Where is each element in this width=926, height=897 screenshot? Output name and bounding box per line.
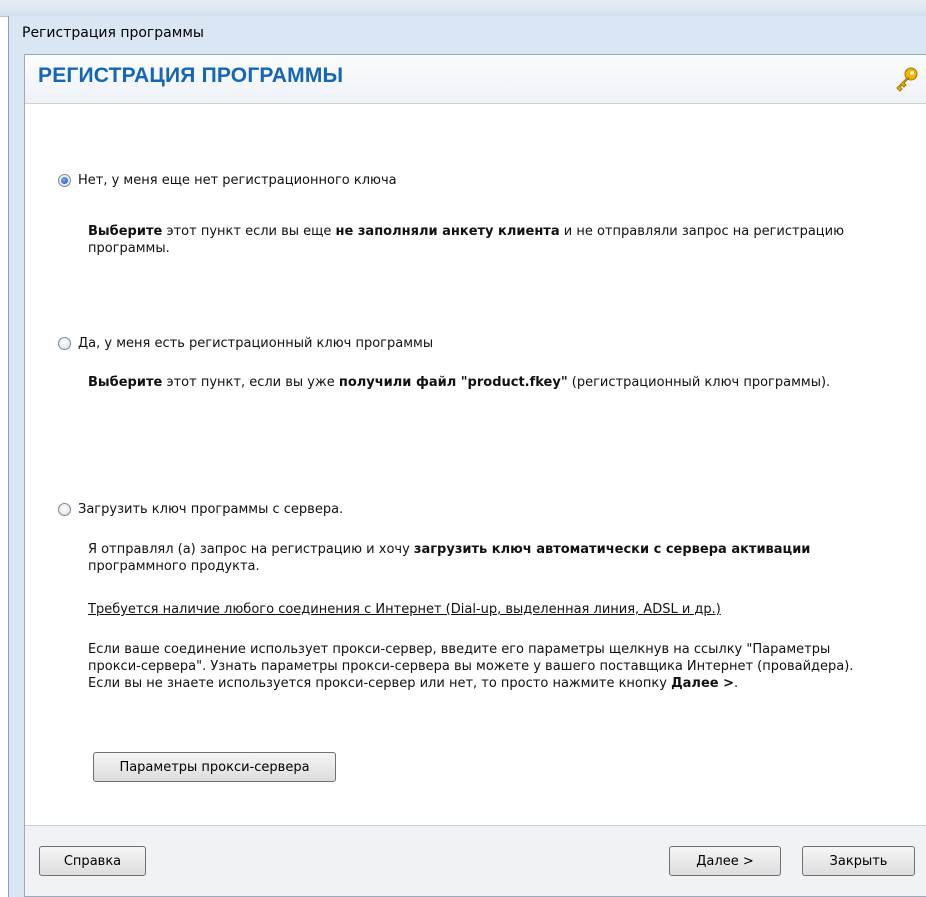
internet-requirement-note: Требуется наличие любого соединения с Ин… bbox=[88, 602, 721, 617]
proxy-settings-button[interactable]: Параметры прокси-сервера bbox=[93, 752, 336, 782]
title-bar[interactable]: Регистрация программы bbox=[9, 16, 926, 54]
radio-have-key[interactable] bbox=[58, 337, 71, 350]
registration-dialog: Регистрация программы РЕГИСТРАЦИЯ ПРОГРА… bbox=[8, 16, 926, 897]
dialog-footer: Справка Далее > Закрыть bbox=[25, 825, 926, 896]
window-title: Регистрация программы bbox=[22, 25, 204, 41]
main-panel: РЕГИСТРАЦИЯ ПРОГРАММЫ Нет, у меня еще не… bbox=[24, 54, 926, 897]
option-have-key-description: Выберите этот пункт, если вы уже получил… bbox=[88, 375, 831, 390]
option-no-key-label: Нет, у меня еще нет регистрационного клю… bbox=[78, 173, 397, 188]
radio-no-key[interactable] bbox=[58, 174, 71, 187]
option-have-key[interactable]: Да, у меня есть регистрационный ключ про… bbox=[58, 336, 433, 351]
option-have-key-label: Да, у меня есть регистрационный ключ про… bbox=[78, 336, 434, 351]
page-title: РЕГИСТРАЦИЯ ПРОГРАММЫ bbox=[38, 64, 344, 87]
radio-download-key[interactable] bbox=[58, 503, 71, 516]
option-no-key[interactable]: Нет, у меня еще нет регистрационного клю… bbox=[58, 173, 397, 188]
key-icon bbox=[896, 67, 918, 92]
option-download-key-description: Я отправлял (а) запрос на регистрацию и … bbox=[88, 542, 811, 574]
option-download-key-label: Загрузить ключ программы с сервера. bbox=[78, 502, 344, 517]
option-no-key-description: Выберите этот пункт если вы еще не запол… bbox=[88, 224, 845, 256]
close-button[interactable]: Закрыть bbox=[802, 846, 915, 876]
page-header: РЕГИСТРАЦИЯ ПРОГРАММЫ bbox=[25, 55, 926, 104]
background-window-strip bbox=[0, 0, 926, 17]
proxy-instructions: Если ваше соединение использует прокси-с… bbox=[88, 642, 854, 691]
help-button[interactable]: Справка bbox=[39, 846, 146, 876]
next-button[interactable]: Далее > bbox=[669, 846, 781, 876]
option-download-key[interactable]: Загрузить ключ программы с сервера. bbox=[58, 502, 343, 517]
